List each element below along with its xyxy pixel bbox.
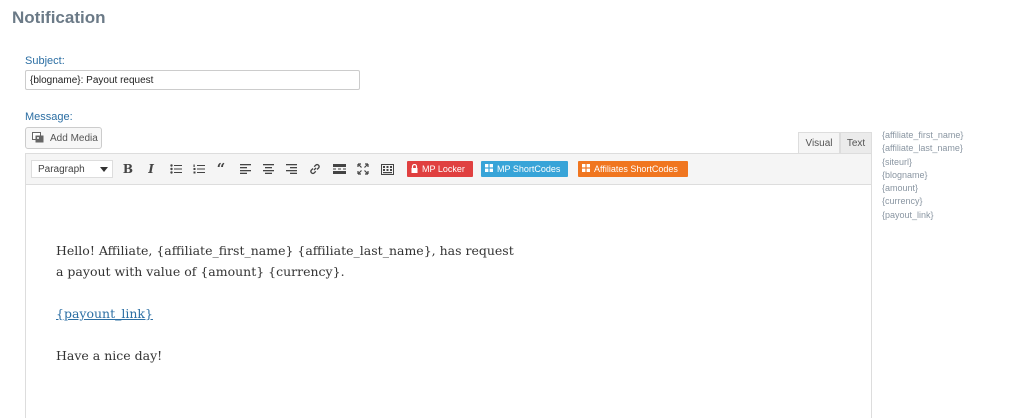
placeholder-tag-list: {affiliate_first_name} {affiliate_last_n… bbox=[882, 129, 963, 222]
tab-visual[interactable]: Visual bbox=[798, 132, 840, 154]
tag-item: {affiliate_last_name} bbox=[882, 143, 963, 154]
link-icon[interactable] bbox=[308, 162, 322, 176]
mp-locker-label: MP Locker bbox=[422, 164, 465, 174]
numbered-list-icon[interactable] bbox=[192, 162, 206, 176]
subject-label: Subject: bbox=[25, 55, 65, 67]
italic-icon[interactable]: I bbox=[144, 162, 158, 176]
toolbar-toggle-icon[interactable] bbox=[380, 162, 394, 176]
bullet-list-icon[interactable] bbox=[169, 162, 183, 176]
chevron-down-icon bbox=[100, 167, 108, 172]
message-editor[interactable]: Paragraph B I “ MP Locker MP ShortCodes … bbox=[25, 153, 872, 418]
tag-item: {affiliate_first_name} bbox=[882, 130, 964, 140]
fullscreen-icon[interactable] bbox=[356, 162, 370, 176]
grid-icon bbox=[582, 164, 590, 174]
blockquote-icon[interactable]: “ bbox=[214, 160, 228, 178]
align-center-icon[interactable] bbox=[261, 162, 275, 176]
format-select-value: Paragraph bbox=[38, 163, 85, 175]
add-media-button[interactable]: Add Media bbox=[25, 127, 102, 149]
mp-shortcodes-button[interactable]: MP ShortCodes bbox=[481, 161, 568, 177]
message-label: Message: bbox=[25, 111, 73, 123]
align-right-icon[interactable] bbox=[284, 162, 298, 176]
tag-item: {siteurl} bbox=[882, 156, 913, 167]
lock-icon bbox=[411, 163, 418, 175]
format-select[interactable]: Paragraph bbox=[31, 160, 113, 178]
mp-shortcodes-label: MP ShortCodes bbox=[497, 164, 561, 174]
add-media-icon bbox=[32, 132, 44, 143]
subject-input[interactable] bbox=[25, 70, 360, 90]
body-line-1: Hello! Affiliate, {affiliate_first_name}… bbox=[56, 243, 514, 258]
affiliates-shortcodes-button[interactable]: Affiliates ShortCodes bbox=[578, 161, 688, 177]
bold-icon[interactable]: B bbox=[121, 162, 135, 176]
body-line-2: a payout with value of {amount} {currenc… bbox=[56, 264, 345, 279]
affiliates-shortcodes-label: Affiliates ShortCodes bbox=[594, 164, 678, 174]
tag-item: {blogname} bbox=[882, 169, 928, 180]
align-left-icon[interactable] bbox=[238, 162, 252, 176]
editor-toolbar: Paragraph B I “ MP Locker MP ShortCodes … bbox=[26, 154, 871, 185]
tag-item: {amount} bbox=[882, 183, 919, 194]
tag-item: {payout_link} bbox=[882, 209, 934, 220]
grid-icon bbox=[485, 164, 493, 174]
message-body[interactable]: Hello! Affiliate, {affiliate_first_name}… bbox=[56, 240, 514, 366]
read-more-icon[interactable] bbox=[332, 162, 346, 176]
payout-link[interactable]: {payount_link} bbox=[56, 306, 153, 321]
body-closing: Have a nice day! bbox=[56, 348, 163, 363]
add-media-label: Add Media bbox=[50, 132, 98, 144]
page-title: Notification bbox=[12, 8, 106, 27]
mp-locker-button[interactable]: MP Locker bbox=[407, 161, 473, 177]
tag-item: {currency} bbox=[882, 196, 923, 207]
tab-text[interactable]: Text bbox=[840, 132, 872, 154]
